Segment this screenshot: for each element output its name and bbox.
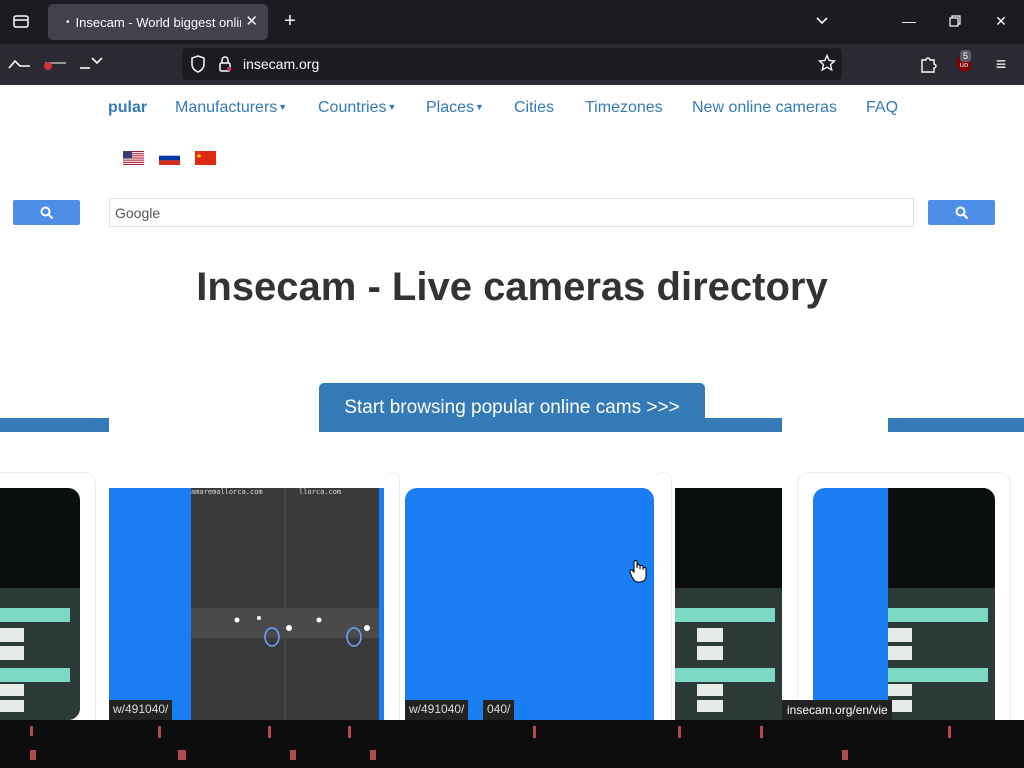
tab-overview-icon[interactable] xyxy=(8,8,34,34)
tab-close-icon[interactable]: ✕ xyxy=(245,12,258,30)
menu-new-online-cameras[interactable]: New online cameras xyxy=(692,99,837,117)
tab-list-chevron-icon[interactable] xyxy=(814,12,836,32)
camera-link-label: w/491040/ xyxy=(405,700,469,720)
menu-places[interactable]: Places▼ xyxy=(426,99,484,117)
menu-faq[interactable]: FAQ xyxy=(866,99,898,117)
shield-icon[interactable] xyxy=(190,55,206,78)
caret-down-icon: ▼ xyxy=(278,102,288,112)
address-bar[interactable]: insecam.org xyxy=(182,48,842,80)
us-flag-icon[interactable] xyxy=(123,151,144,165)
menu-hamburger-icon[interactable]: ≡ xyxy=(990,54,1012,76)
search-icon xyxy=(40,206,53,219)
bottom-thumbnail-strip xyxy=(0,720,1024,768)
extension-count-badge: 5 xyxy=(960,50,972,62)
menu-manufacturers[interactable]: Manufacturers▼ xyxy=(175,99,287,117)
camera-thumbnail[interactable] xyxy=(813,488,995,720)
camera-card-edge xyxy=(654,472,672,732)
ru-flag-icon[interactable] xyxy=(159,151,180,165)
close-window-button[interactable]: ✕ xyxy=(988,10,1014,34)
reload-icon[interactable] xyxy=(78,52,106,78)
camera-link-label: w/491040/ xyxy=(109,700,173,720)
bookmark-star-icon[interactable] xyxy=(817,53,837,77)
minimize-button[interactable]: — xyxy=(896,10,922,34)
camera-overlay-text: llorca.com xyxy=(299,488,342,496)
strip-mark xyxy=(290,750,296,760)
strip-mark xyxy=(268,726,271,738)
active-tab[interactable]: • Insecam - World biggest online ✕ xyxy=(48,4,268,40)
strip-mark xyxy=(678,726,681,738)
strip-mark xyxy=(533,726,536,738)
strip-mark xyxy=(370,750,376,760)
camera-thumbnail[interactable] xyxy=(0,488,80,720)
camera-thumbnail[interactable] xyxy=(405,488,654,720)
tab-bar: • Insecam - World biggest online ✕ + — ✕ xyxy=(0,0,1024,44)
search-placeholder: Google xyxy=(115,205,161,221)
blue-bar-segment xyxy=(0,418,109,432)
strip-mark xyxy=(842,750,848,760)
camera-link-label: 040/ xyxy=(483,700,515,720)
link-status-tooltip: insecam.org/en/vie xyxy=(782,700,892,722)
hand-cursor-icon xyxy=(629,559,647,588)
forward-icon[interactable] xyxy=(42,52,70,78)
nav-bar: insecam.org uo 5 ≡ xyxy=(0,44,1024,85)
caret-down-icon: ▼ xyxy=(475,102,484,112)
camera-card-edge xyxy=(386,472,400,732)
menu-cities[interactable]: Cities xyxy=(514,99,554,117)
camera-thumbnail[interactable]: amaremallorca.com llorca.com xyxy=(109,488,384,720)
strip-mark xyxy=(348,726,351,738)
new-tab-button[interactable]: + xyxy=(278,10,302,34)
menu-countries[interactable]: Countries▼ xyxy=(318,99,396,117)
camera-overlay-text: amaremallorca.com xyxy=(191,488,263,496)
url-text[interactable]: insecam.org xyxy=(243,56,319,72)
search-input[interactable]: Google xyxy=(109,198,914,227)
caret-down-icon: ▼ xyxy=(387,102,397,112)
strip-mark xyxy=(30,750,36,760)
search-button-left[interactable] xyxy=(13,200,80,225)
page-headline: Insecam - Live cameras directory xyxy=(196,265,828,309)
strip-mark xyxy=(760,726,763,738)
strip-mark xyxy=(30,726,33,736)
menu-popular[interactable]: pular xyxy=(108,99,147,117)
menu-timezones[interactable]: Timezones xyxy=(585,99,663,117)
main-menu: pular Manufacturers▼ Countries▼ Places▼ … xyxy=(0,99,1024,123)
strip-mark xyxy=(158,726,161,738)
cn-flag-icon[interactable] xyxy=(195,151,216,165)
lock-icon[interactable] xyxy=(218,55,232,78)
restore-button[interactable] xyxy=(942,10,968,34)
camera-thumbnail[interactable] xyxy=(675,488,782,720)
search-icon xyxy=(955,206,968,219)
search-button-right[interactable] xyxy=(928,200,995,225)
tab-title: Insecam - World biggest online xyxy=(75,14,241,30)
strip-mark xyxy=(948,726,951,738)
tab-loading-icon: • xyxy=(66,16,70,28)
blue-bar-segment xyxy=(888,418,1024,432)
extensions-icon[interactable] xyxy=(918,54,940,76)
start-browsing-button[interactable]: Start browsing popular online cams >>> xyxy=(319,383,705,432)
strip-mark xyxy=(178,750,186,760)
svg-text:uo: uo xyxy=(960,61,969,69)
back-icon[interactable] xyxy=(6,52,34,78)
